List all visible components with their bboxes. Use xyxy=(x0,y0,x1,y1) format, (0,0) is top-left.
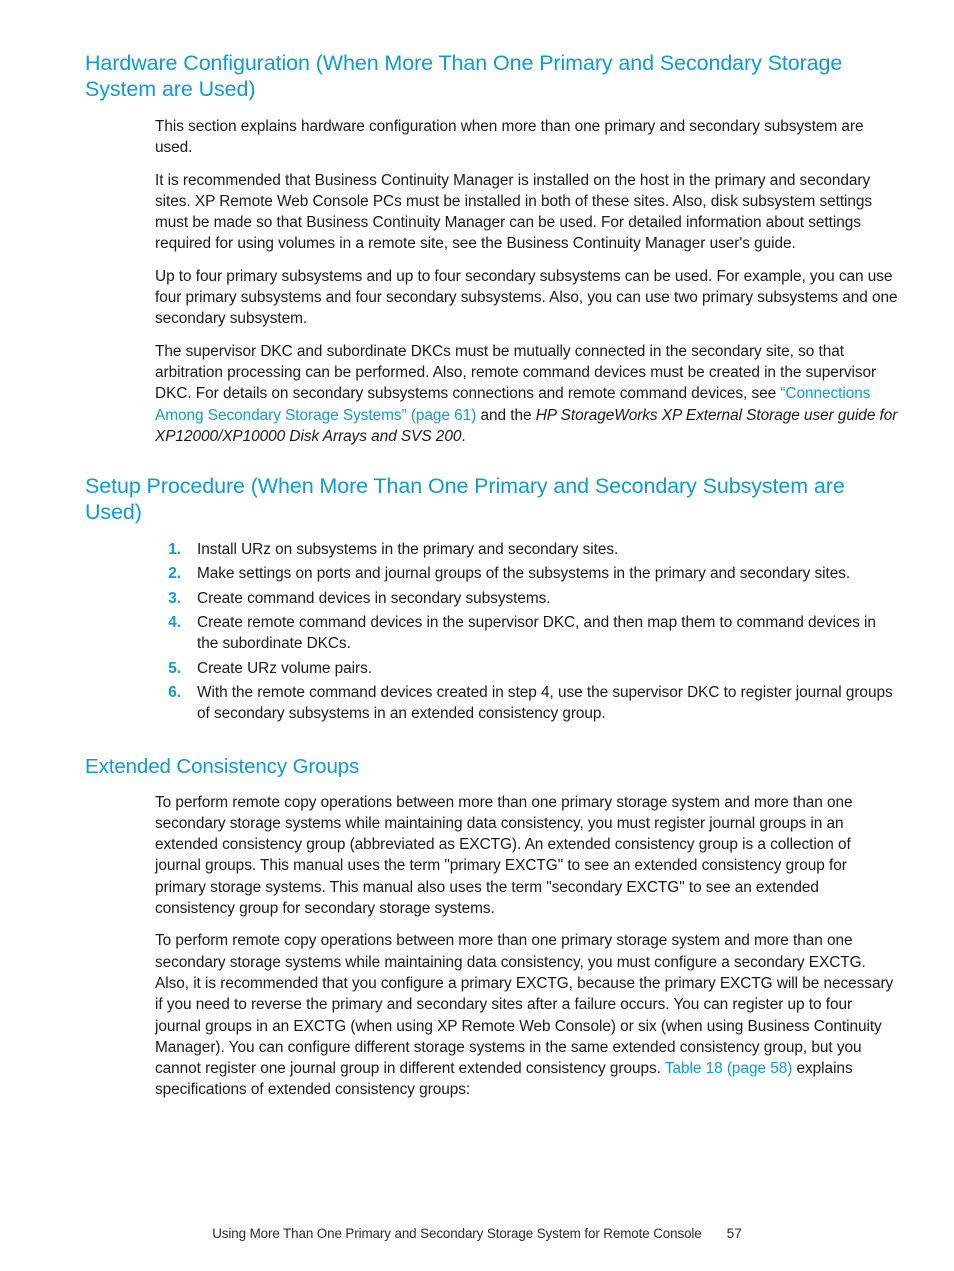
paragraph-exctg-configuration-part1: To perform remote copy operations betwee… xyxy=(155,932,894,1078)
paragraph-supervisor-dkc-text-part1: The supervisor DKC and subordinate DKCs … xyxy=(155,342,877,403)
list-item-number: 2. xyxy=(168,565,181,583)
list-item-text: With the remote command devices created … xyxy=(197,683,893,723)
list-item-number: 3. xyxy=(168,589,181,607)
section-spacer-1 xyxy=(85,447,900,473)
paragraph-supervisor-dkc-text-part2: and the xyxy=(476,406,536,424)
paragraph-exctg-configuration: To perform remote copy operations betwee… xyxy=(155,930,900,1100)
list-item-number: 1. xyxy=(168,541,181,559)
page-footer: Using More Than One Primary and Secondar… xyxy=(0,1222,954,1244)
footer-chapter-title: Using More Than One Primary and Secondar… xyxy=(212,1225,702,1241)
hardware-configuration-body: This section explains hardware configura… xyxy=(85,116,900,447)
list-item: 4. Create remote command devices in the … xyxy=(155,612,900,655)
list-item-text: Make settings on ports and journal group… xyxy=(197,565,851,583)
list-item-text: Install URz on subsystems in the primary… xyxy=(197,541,619,559)
link-table-18-page-58[interactable]: Table 18 (page 58) xyxy=(665,1060,793,1077)
paragraph-exctg-definition: To perform remote copy operations betwee… xyxy=(155,793,853,918)
footer-page-number: 57 xyxy=(726,1225,742,1241)
paragraph-business-continuity-manager: It is recommended that Business Continui… xyxy=(155,171,873,253)
heading-hardware-configuration: Hardware Configuration (When More Than O… xyxy=(85,51,843,101)
list-item-number: 6. xyxy=(168,683,181,701)
paragraph-subsystem-limits: Up to four primary subsystems and up to … xyxy=(155,267,898,328)
heading-extended-consistency-groups: Extended Consistency Groups xyxy=(85,754,360,778)
document-page: Hardware Configuration (When More Than O… xyxy=(0,0,954,1271)
list-item-number: 4. xyxy=(168,614,181,632)
list-item-number: 5. xyxy=(168,659,181,677)
extended-consistency-groups-body: To perform remote copy operations betwee… xyxy=(85,792,900,1101)
paragraph-supervisor-dkc: The supervisor DKC and subordinate DKCs … xyxy=(155,341,900,447)
list-item: 6. With the remote command devices creat… xyxy=(155,682,900,725)
list-item: 5. Create URz volume pairs. xyxy=(155,658,900,679)
list-item-text: Create command devices in secondary subs… xyxy=(197,589,551,607)
list-item-text: Create remote command devices in the sup… xyxy=(197,614,876,653)
paragraph-hardware-intro: This section explains hardware configura… xyxy=(155,118,864,157)
list-item: 1. Install URz on subsystems in the prim… xyxy=(155,539,900,560)
page-content: Hardware Configuration (When More Than O… xyxy=(85,50,900,1101)
paragraph-supervisor-dkc-text-part3: . xyxy=(461,427,466,445)
list-item: 3. Create command devices in secondary s… xyxy=(155,588,900,609)
section-spacer-2 xyxy=(85,728,900,754)
list-item-text: Create URz volume pairs. xyxy=(197,659,372,677)
list-item: 2. Make settings on ports and journal gr… xyxy=(155,563,900,584)
setup-procedure-step-list: 1. Install URz on subsystems in the prim… xyxy=(85,539,900,724)
heading-setup-procedure: Setup Procedure (When More Than One Prim… xyxy=(85,474,845,525)
